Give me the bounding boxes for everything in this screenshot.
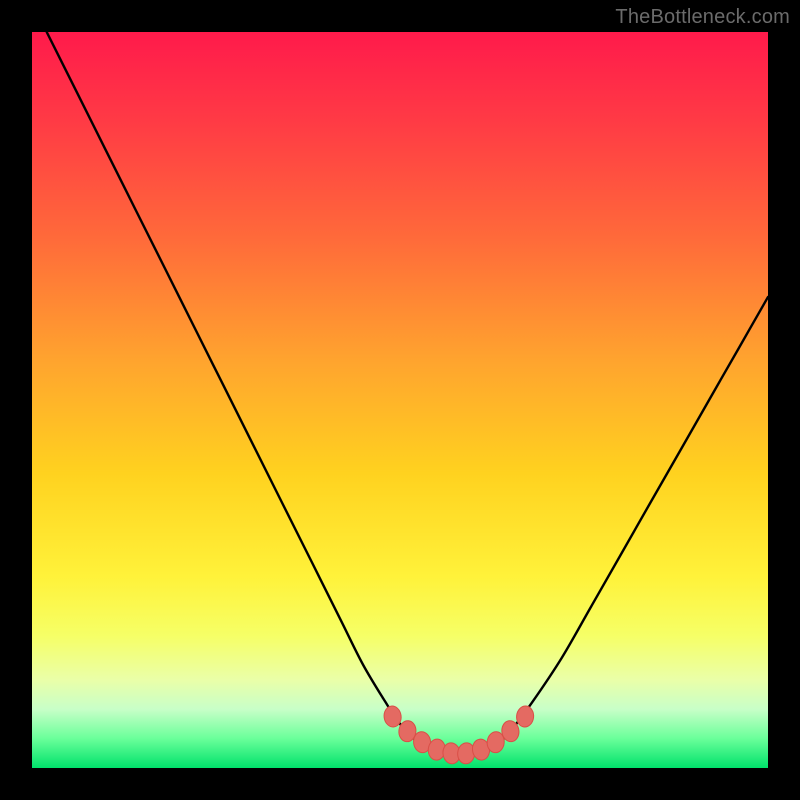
bottleneck-curve — [47, 32, 768, 757]
marker-group — [383, 705, 535, 765]
plot-area — [32, 32, 768, 768]
chart-frame: TheBottleneck.com — [0, 0, 800, 800]
watermark-text: TheBottleneck.com — [615, 6, 790, 29]
marker-dot — [516, 705, 535, 728]
chart-svg — [32, 32, 768, 768]
